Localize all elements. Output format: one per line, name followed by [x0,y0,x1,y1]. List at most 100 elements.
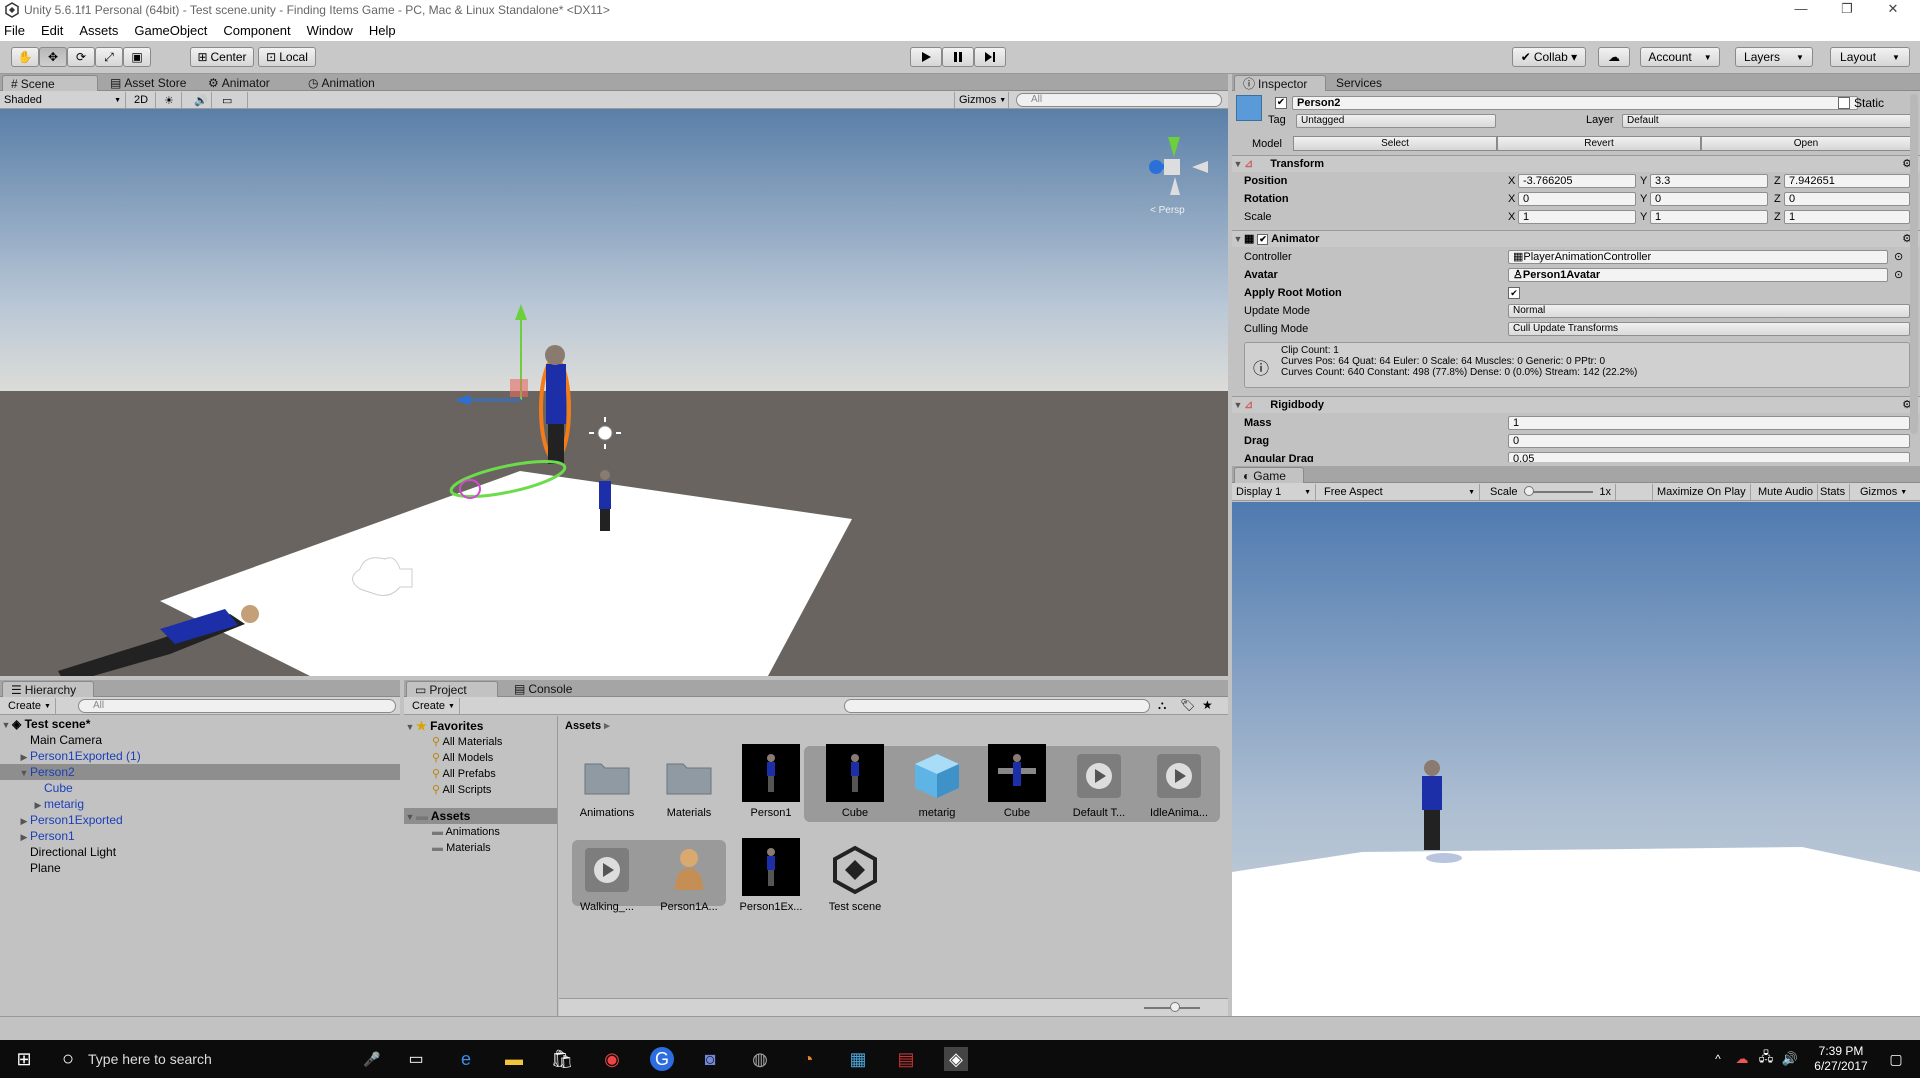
menu-gameobject[interactable]: GameObject [134,23,207,38]
root-motion-checkbox[interactable]: ✔ [1508,287,1520,299]
taskbar-search-input[interactable]: Type here to search [88,1051,212,1067]
inspector-scrollbar[interactable] [1910,94,1918,434]
close-button[interactable]: ✕ [1870,0,1916,19]
asset-cube-rig[interactable]: Cube [984,744,1050,819]
mode-2d-toggle[interactable]: 2D [130,92,156,108]
asset-person1exported-model[interactable]: Person1Ex... [738,838,804,913]
transform-header[interactable]: ▼ ⊿ Transform ⚙ [1232,155,1920,172]
app-blue-icon[interactable]: ▦ [846,1047,870,1071]
asset-person1-avatar[interactable]: Person1A... [656,844,722,913]
app-flag-icon[interactable]: ▤ [894,1047,918,1071]
rotation-z-field[interactable]: 0 [1784,192,1910,206]
tab-scene[interactable]: # Scene [2,75,98,91]
pivot-center-button[interactable]: ⊞ Center [190,47,254,67]
effects-dropdown[interactable]: ▭ [218,92,248,108]
scale-z-field[interactable]: 1 [1784,210,1910,224]
windows-start-icon[interactable]: ⊞ [12,1047,36,1071]
layers-dropdown[interactable]: Layers ▼ [1735,47,1813,67]
position-y-field[interactable]: 3.3 [1650,174,1768,188]
favorite-all-models[interactable]: ⚲ All Models [404,750,557,766]
play-button[interactable] [910,47,942,67]
steam-icon[interactable]: ◍ [748,1047,772,1071]
app-g-icon[interactable]: G [650,1047,674,1071]
asset-test-scene[interactable]: Test scene [822,844,888,913]
display-dropdown[interactable]: Display 1 ▼ [1232,484,1316,500]
animator-enabled-checkbox[interactable]: ✔ [1257,233,1269,245]
lighting-toggle[interactable]: ☀ [160,92,182,108]
tab-hierarchy[interactable]: ☰ Hierarchy [2,681,94,697]
tab-inspector[interactable]: ⓘ Inspector [1234,75,1326,91]
store-icon[interactable]: 🛍 [550,1047,574,1071]
rotation-x-field[interactable]: 0 [1518,192,1636,206]
collab-dropdown[interactable]: ✔ Collab ▾ [1512,47,1586,67]
asset-default-take[interactable]: Default T... [1066,750,1132,819]
controller-field[interactable]: ▦PlayerAnimationController [1508,250,1888,264]
audio-toggle[interactable]: 🔊 [190,92,212,108]
game-viewport[interactable] [1232,502,1920,1016]
step-button[interactable] [974,47,1006,67]
asset-animations-folder[interactable]: Animations [574,750,640,819]
rigidbody-header[interactable]: ▼ ⊿ Rigidbody ⚙ [1232,396,1920,413]
folder-materials[interactable]: ▬ Materials [404,840,557,856]
move-tool-button[interactable]: ✥ [39,47,67,67]
hierarchy-search-input[interactable]: All [78,699,396,713]
project-create-dropdown[interactable]: Create ▼ [408,698,460,714]
hierarchy-item-person1exported-1[interactable]: ▶ Person1Exported (1) [0,748,400,764]
menu-component[interactable]: Component [223,23,290,38]
hand-tool-button[interactable]: ✋ [11,47,39,67]
scene-search-input[interactable]: All [1016,93,1222,107]
model-select-button[interactable]: Select [1293,136,1497,151]
cloud-button[interactable]: ☁ [1598,47,1630,67]
hierarchy-item-cube[interactable]: Cube [0,780,400,796]
menu-file[interactable]: File [4,23,25,38]
tab-services[interactable]: Services [1328,75,1390,91]
blender-icon[interactable]: ◔ [796,1047,820,1071]
hierarchy-item-person1[interactable]: ▶ Person1 [0,828,400,844]
volume-icon[interactable]: 🔊 [1778,1047,1802,1071]
hierarchy-item-main-camera[interactable]: Main Camera [0,732,400,748]
culling-mode-dropdown[interactable]: Cull Update Transforms [1508,322,1910,336]
edge-icon[interactable]: e [454,1047,478,1071]
favorites-row[interactable]: ▼ ★ Favorites [404,718,557,734]
network-icon[interactable]: 🖧 [1754,1047,1778,1071]
project-search-input[interactable] [844,699,1150,713]
menu-edit[interactable]: Edit [41,23,63,38]
drag-field[interactable]: 0 [1508,434,1910,448]
slider-thumb[interactable] [1523,486,1534,496]
file-explorer-icon[interactable]: ▬ [502,1047,526,1071]
tab-console[interactable]: ▤ Console [506,681,580,697]
hierarchy-item-metarig[interactable]: ▶ metarig [0,796,400,812]
angular-drag-field[interactable]: 0.05 [1508,452,1910,462]
tag-dropdown[interactable]: Untagged [1296,114,1496,128]
maximize-button[interactable]: ❐ [1824,0,1870,19]
scale-tool-button[interactable]: ⤢ [95,47,123,67]
aspect-dropdown[interactable]: Free Aspect ▼ [1320,484,1480,500]
asset-metarig[interactable]: metarig [904,750,970,819]
scene-root-row[interactable]: ▼ ◈ Test scene* [0,716,400,732]
scale-x-field[interactable]: 1 [1518,210,1636,224]
maximize-on-play-toggle[interactable]: Maximize On Play [1652,484,1751,500]
hierarchy-create-dropdown[interactable]: Create ▼ [4,698,56,714]
layout-dropdown[interactable]: Layout ▼ [1830,47,1910,67]
asset-idle-animation[interactable]: IdleAnima... [1146,750,1212,819]
favorite-all-prefabs[interactable]: ⚲ All Prefabs [404,766,557,782]
mass-field[interactable]: 1 [1508,416,1910,430]
object-picker-icon[interactable]: ⊙ [1894,250,1903,265]
thumbnail-size-slider[interactable] [1144,1002,1200,1012]
minimize-button[interactable]: — [1778,0,1824,19]
favorite-all-scripts[interactable]: ⚲ All Scripts [404,782,557,798]
layer-dropdown[interactable]: Default [1622,114,1912,128]
pause-button[interactable] [942,47,974,67]
notification-tray-icon[interactable]: ☁ [1730,1047,1754,1071]
gizmos-dropdown[interactable]: Gizmos ▼ [954,92,1009,108]
asset-person1-model[interactable]: Person1 [738,744,804,819]
pivot-local-button[interactable]: ⊡ Local [258,47,316,67]
hierarchy-item-plane[interactable]: Plane [0,860,400,876]
microphone-icon[interactable]: 🎤 [360,1047,384,1071]
update-mode-dropdown[interactable]: Normal [1508,304,1910,318]
object-name-field[interactable]: Person2 [1292,96,1858,110]
filter-label-icon[interactable]: 🏷 [1180,698,1195,712]
scene-viewport[interactable]: < Persp [0,109,1228,676]
tab-animation[interactable]: ◷ Animation [300,75,383,91]
favorite-star-icon[interactable]: ★ [1202,698,1213,712]
